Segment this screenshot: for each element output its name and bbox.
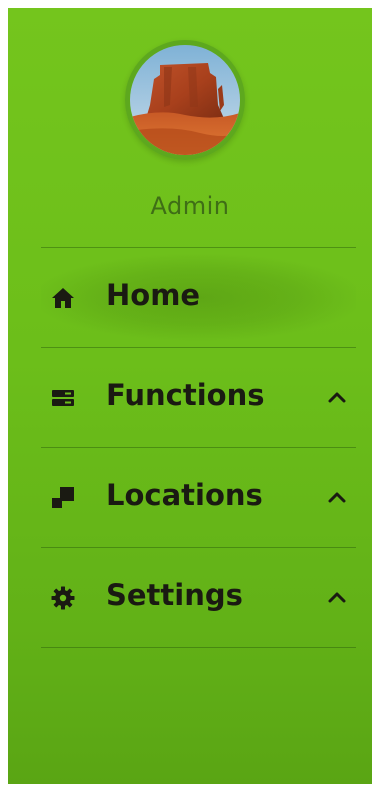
chevron-up-icon[interactable] (327, 590, 347, 604)
clone-icon (52, 487, 74, 508)
avatar[interactable] (125, 40, 245, 160)
gear-icon (51, 586, 75, 610)
menu-item-label: Functions (106, 378, 265, 412)
menu-item-home[interactable]: Home (41, 248, 356, 347)
sidebar: Admin Home Functions Locations Settings (8, 8, 372, 784)
chevron-up-icon[interactable] (327, 490, 347, 504)
menu-item-label: Home (106, 278, 201, 312)
divider (41, 647, 356, 648)
chevron-up-icon[interactable] (327, 390, 347, 404)
menu-item-locations[interactable]: Locations (41, 448, 356, 547)
menu-item-settings[interactable]: Settings (41, 548, 356, 647)
avatar-image (130, 45, 240, 155)
menu-item-functions[interactable]: Functions (41, 348, 356, 447)
username: Admin (150, 192, 230, 220)
server-icon (52, 390, 74, 406)
home-icon (52, 288, 74, 308)
menu-item-label: Settings (106, 578, 243, 612)
menu-item-label: Locations (106, 478, 263, 512)
profile-section: Admin (8, 8, 372, 248)
